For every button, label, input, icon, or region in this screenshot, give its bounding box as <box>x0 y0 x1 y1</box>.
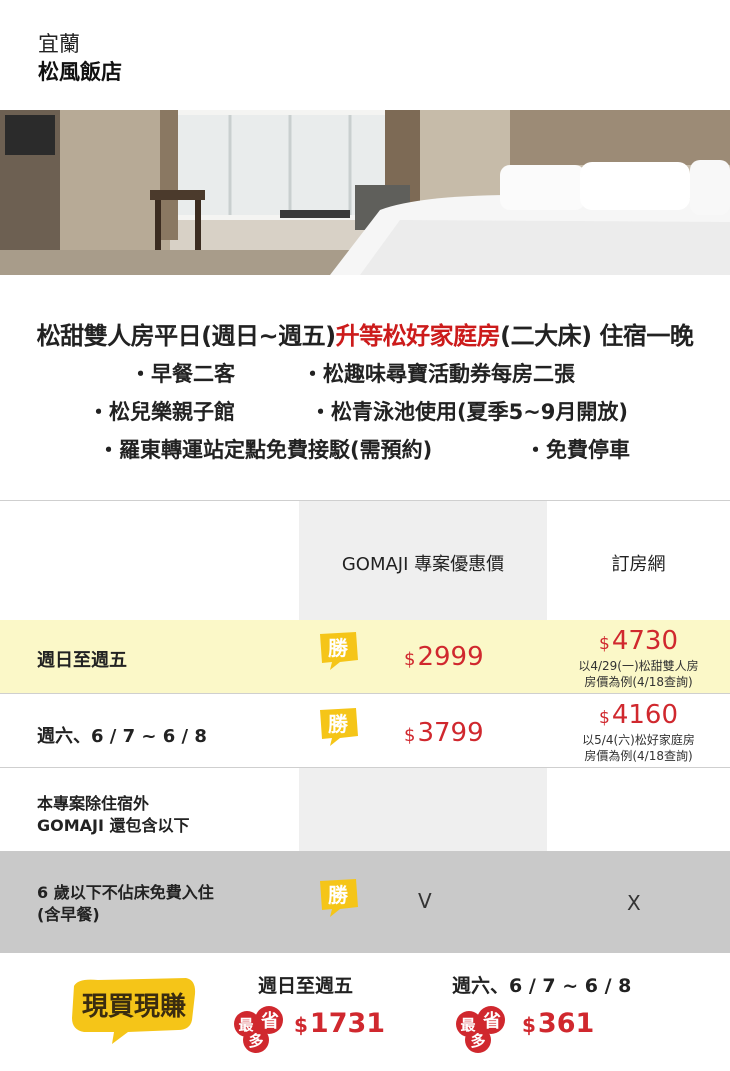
booking-note-line1: 以5/4(六)松好家庭房 <box>582 733 695 747</box>
win-badge-text: 勝 <box>328 636 349 660</box>
slogan-badge: 現買現賺 <box>68 976 200 1050</box>
row-label-weekday: 週日至週五 <box>37 650 127 671</box>
svg-text:多: 多 <box>248 1032 263 1050</box>
booking-column-header: 訂房網 <box>611 554 666 575</box>
gomaji-extra-bg <box>299 768 547 851</box>
win-icon: 勝 <box>316 877 360 921</box>
svg-text:省: 省 <box>482 1010 501 1032</box>
gomaji-price-weekend: $3799 <box>404 718 484 748</box>
booking-note-line2: 房價為例(4/18查詢) <box>584 749 693 763</box>
row-label-weekend: 週六、6 / 7 ~ 6 / 8 <box>37 726 207 747</box>
booking-price-weekend: $4160 以5/4(六)松好家庭房 房價為例(4/18查詢) <box>547 701 730 764</box>
gomaji-child-check: V <box>418 889 432 913</box>
weekday-savings: $1731 <box>294 1008 386 1039</box>
child-free-stay-label: 6 歲以下不佔床免費入住 (含早餐) <box>37 883 214 924</box>
booking-note-line1: 以4/29(一)松甜雙人房 <box>578 659 699 673</box>
max-save-badge: 最 省 多 <box>232 1002 290 1054</box>
room-illustration <box>0 110 730 275</box>
feature-shuttle: ・羅東轉運站定點免費接駁(需預約) <box>98 438 433 462</box>
weekend-savings: $361 <box>522 1008 595 1039</box>
slogan-text: 現買現賺 <box>81 992 186 1022</box>
feature-treasure-hunt: ・松趣味尋寶活動券每房二張 <box>302 362 575 386</box>
extra-included-label: 本專案除住宿外 GOMAJI 還包含以下 <box>37 794 190 835</box>
offer-headline: 松甜雙人房平日(週日~週五)升等松好家庭房(二大床) 住宿一晚 <box>0 316 730 351</box>
max-save-badge: 最 省 多 <box>454 1002 512 1054</box>
win-icon: 勝 <box>316 630 360 674</box>
offer-upgrade-highlight: 升等松好家庭房 <box>335 322 501 350</box>
offer-headline-part2: (二大床) 住宿一晚 <box>500 322 694 350</box>
row-divider <box>0 693 730 694</box>
win-badge-text: 勝 <box>328 883 349 907</box>
hotel-room-photo <box>0 110 730 275</box>
svg-text:多: 多 <box>470 1032 485 1050</box>
svg-text:省: 省 <box>260 1010 279 1032</box>
footer-weekend-title: 週六、6 / 7 ~ 6 / 8 <box>452 975 632 997</box>
feature-pool: ・松青泳池使用(夏季5~9月開放) <box>310 400 629 424</box>
footer-weekday-title: 週日至週五 <box>258 975 354 997</box>
booking-child-cross: X <box>627 891 641 915</box>
booking-note-line2: 房價為例(4/18查詢) <box>584 675 693 689</box>
hotel-name: 松風飯店 <box>38 60 122 84</box>
gomaji-price-weekday: $2999 <box>404 642 484 672</box>
win-icon: 勝 <box>316 706 360 750</box>
feature-kids-hall: ・松兒樂親子館 <box>88 400 235 424</box>
region-label: 宜蘭 <box>38 32 80 56</box>
offer-headline-part1: 松甜雙人房平日(週日~週五) <box>36 322 337 350</box>
feature-parking: ・免費停車 <box>525 438 630 462</box>
booking-price-weekday: $4730 以4/29(一)松甜雙人房 房價為例(4/18查詢) <box>547 627 730 690</box>
win-badge-text: 勝 <box>328 712 349 736</box>
gomaji-column-header: GOMAJI 專案優惠價 <box>341 554 505 575</box>
feature-breakfast: ・早餐二客 <box>130 362 235 386</box>
